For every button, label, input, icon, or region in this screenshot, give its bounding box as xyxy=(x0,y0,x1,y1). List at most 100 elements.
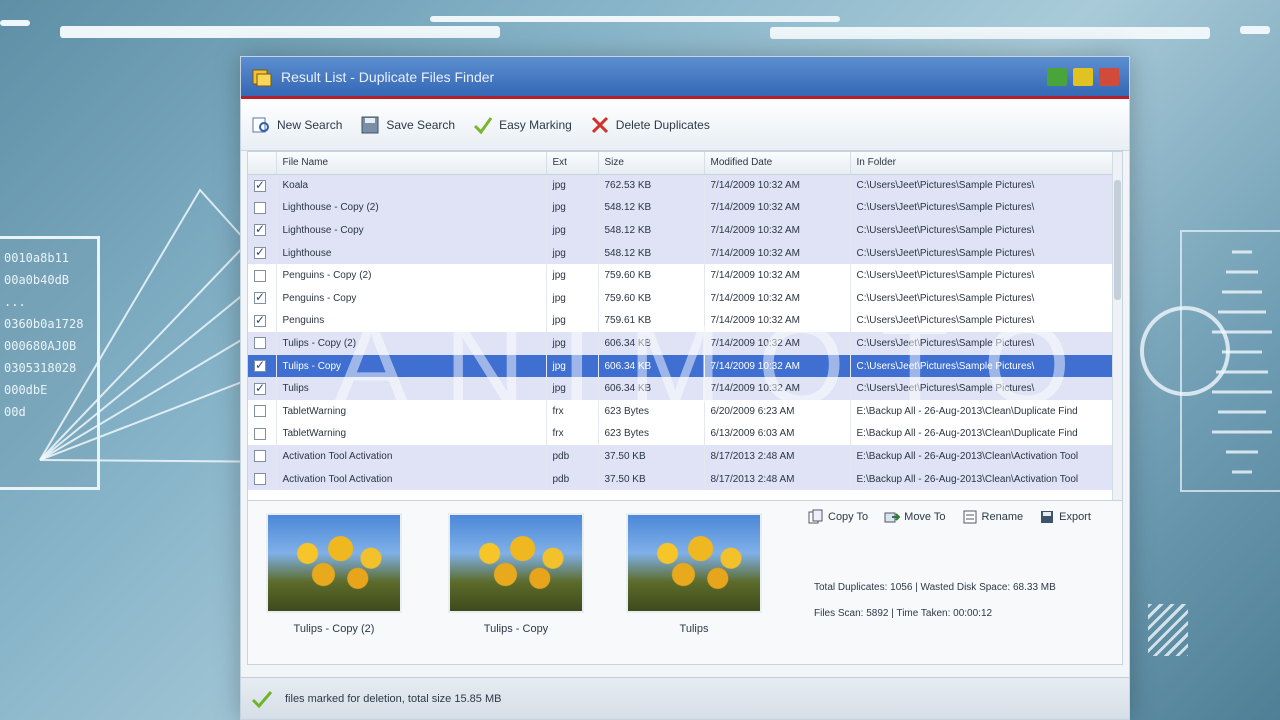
cell-name: Lighthouse - Copy (2) xyxy=(276,196,547,220)
easy-marking-label: Easy Marking xyxy=(499,117,572,132)
easy-marking-button[interactable]: Easy Marking xyxy=(473,115,572,135)
results-table: File Name Ext Size Modified Date In Fold… xyxy=(247,151,1123,501)
header-check[interactable] xyxy=(248,152,277,175)
status-bar: files marked for deletion, total size 15… xyxy=(241,677,1129,719)
thumbnail-label: Tulips xyxy=(679,623,709,635)
new-search-button[interactable]: New Search xyxy=(251,115,342,135)
cell-modified: 8/17/2013 2:48 AM xyxy=(704,445,851,468)
minimize-button[interactable] xyxy=(1047,67,1067,86)
row-checkbox[interactable] xyxy=(254,427,266,440)
move-to-button[interactable]: Move To xyxy=(884,509,946,525)
cell-ext: jpg xyxy=(546,241,599,265)
hud-line: 000dbE xyxy=(4,383,48,397)
save-search-label: Save Search xyxy=(386,117,456,132)
hud-line: 0305318028 xyxy=(4,361,77,375)
cell-ext: jpg xyxy=(546,286,599,310)
hud-bar xyxy=(60,26,500,38)
file-actions: Copy To Move To Rename Export xyxy=(808,509,1091,525)
table-row[interactable]: Lighthouse - Copy (2) jpg 548.12 KB 7/14… xyxy=(248,196,1122,220)
thumbnail-label: Tulips - Copy (2) xyxy=(293,623,375,635)
table-row[interactable]: Koala jpg 762.53 KB 7/14/2009 10:32 AM C… xyxy=(248,174,1122,197)
cell-folder: C:\Users\Jeet\Pictures\Sample Pictures\ xyxy=(850,377,1122,400)
hud-line: ... xyxy=(4,295,26,309)
preview-thumbnail[interactable]: Tulips xyxy=(626,513,762,635)
save-search-icon xyxy=(360,115,380,135)
table-row[interactable]: Activation Tool Activation pdb 37.50 KB … xyxy=(248,445,1122,468)
cell-size: 606.34 KB xyxy=(598,332,705,355)
cell-folder: C:\Users\Jeet\Pictures\Sample Pictures\ xyxy=(850,219,1122,242)
cell-modified: 7/14/2009 10:32 AM xyxy=(704,219,851,242)
header-ext[interactable]: Ext xyxy=(546,152,599,175)
export-button[interactable]: Export xyxy=(1039,509,1091,525)
row-checkbox[interactable] xyxy=(254,290,266,305)
close-button[interactable] xyxy=(1099,67,1119,86)
scroll-thumb[interactable] xyxy=(1114,180,1121,300)
cell-folder: E:\Backup All - 26-Aug-2013\Clean\Duplic… xyxy=(850,422,1122,446)
row-checkbox[interactable] xyxy=(254,201,266,214)
cell-size: 759.61 KB xyxy=(598,309,705,333)
row-checkbox[interactable] xyxy=(254,313,266,327)
table-row[interactable]: TabletWarning frx 623 Bytes 6/13/2009 6:… xyxy=(248,422,1122,446)
preview-thumbnail[interactable]: Tulips - Copy (2) xyxy=(266,513,402,635)
cell-modified: 7/14/2009 10:32 AM xyxy=(704,286,851,310)
export-label: Export xyxy=(1059,511,1091,523)
cell-size: 762.53 KB xyxy=(598,174,705,197)
cell-size: 623 Bytes xyxy=(598,399,705,423)
row-checkbox[interactable] xyxy=(254,245,266,260)
row-checkbox[interactable] xyxy=(254,450,266,463)
table-row[interactable]: Lighthouse - Copy jpg 548.12 KB 7/14/200… xyxy=(248,219,1122,242)
row-checkbox[interactable] xyxy=(254,473,266,486)
row-checkbox[interactable] xyxy=(254,178,266,192)
copy-to-button[interactable]: Copy To xyxy=(808,509,868,525)
cell-ext: frx xyxy=(546,422,599,446)
table-row[interactable]: TabletWarning frx 623 Bytes 6/20/2009 6:… xyxy=(248,399,1122,423)
header-size[interactable]: Size xyxy=(598,152,705,175)
cell-name: Lighthouse xyxy=(276,241,547,265)
cell-ext: jpg xyxy=(546,377,599,400)
table-row[interactable]: Lighthouse jpg 548.12 KB 7/14/2009 10:32… xyxy=(248,241,1122,265)
header-in-folder[interactable]: In Folder xyxy=(850,152,1122,175)
checkmark-icon xyxy=(473,115,493,135)
table-row[interactable]: Penguins - Copy jpg 759.60 KB 7/14/2009 … xyxy=(248,286,1122,310)
preview-thumbnail[interactable]: Tulips - Copy xyxy=(448,513,584,635)
rename-icon xyxy=(963,510,977,524)
cell-size: 759.60 KB xyxy=(598,286,705,310)
delete-x-icon xyxy=(590,115,610,135)
hud-circle xyxy=(1140,306,1230,396)
row-checkbox[interactable] xyxy=(254,222,266,237)
cell-size: 548.12 KB xyxy=(598,241,705,265)
table-row[interactable]: Tulips jpg 606.34 KB 7/14/2009 10:32 AM … xyxy=(248,377,1122,400)
cell-name: Tulips xyxy=(276,377,547,400)
move-icon xyxy=(884,512,901,523)
cell-name: Penguins - Copy (2) xyxy=(276,264,547,287)
cell-modified: 6/20/2009 6:23 AM xyxy=(704,399,851,423)
table-row[interactable]: Penguins - Copy (2) jpg 759.60 KB 7/14/2… xyxy=(248,264,1122,287)
header-file-name[interactable]: File Name xyxy=(276,152,547,175)
row-checkbox[interactable] xyxy=(254,337,266,350)
table-row[interactable]: Penguins jpg 759.61 KB 7/14/2009 10:32 A… xyxy=(248,309,1122,333)
cell-folder: C:\Users\Jeet\Pictures\Sample Pictures\ xyxy=(850,196,1122,220)
cell-modified: 7/14/2009 10:32 AM xyxy=(704,354,851,378)
cell-modified: 7/14/2009 10:32 AM xyxy=(704,241,851,265)
cell-size: 548.12 KB xyxy=(598,196,705,220)
table-scrollbar[interactable] xyxy=(1112,152,1122,500)
table-row[interactable]: Tulips - Copy (2) jpg 606.34 KB 7/14/200… xyxy=(248,332,1122,355)
cell-size: 37.50 KB xyxy=(598,467,705,491)
row-checkbox[interactable] xyxy=(254,358,266,373)
new-search-icon xyxy=(251,115,271,135)
cell-ext: jpg xyxy=(546,354,599,378)
maximize-button[interactable] xyxy=(1073,67,1093,86)
table-row[interactable]: Activation Tool Activation pdb 37.50 KB … xyxy=(248,467,1122,491)
hud-bar xyxy=(0,20,30,26)
row-checkbox[interactable] xyxy=(254,405,266,418)
delete-duplicates-button[interactable]: Delete Duplicates xyxy=(590,115,710,135)
row-checkbox[interactable] xyxy=(254,381,266,395)
table-row-selected[interactable]: Tulips - Copy jpg 606.34 KB 7/14/2009 10… xyxy=(248,354,1122,378)
header-modified-date[interactable]: Modified Date xyxy=(704,152,851,175)
row-checkbox[interactable] xyxy=(254,269,266,282)
rename-button[interactable]: Rename xyxy=(962,509,1023,525)
save-search-button[interactable]: Save Search xyxy=(360,115,455,135)
hud-line: 0360b0a1728 xyxy=(4,317,84,331)
cell-size: 759.60 KB xyxy=(598,264,705,287)
thumbnail-label: Tulips - Copy xyxy=(483,623,549,635)
